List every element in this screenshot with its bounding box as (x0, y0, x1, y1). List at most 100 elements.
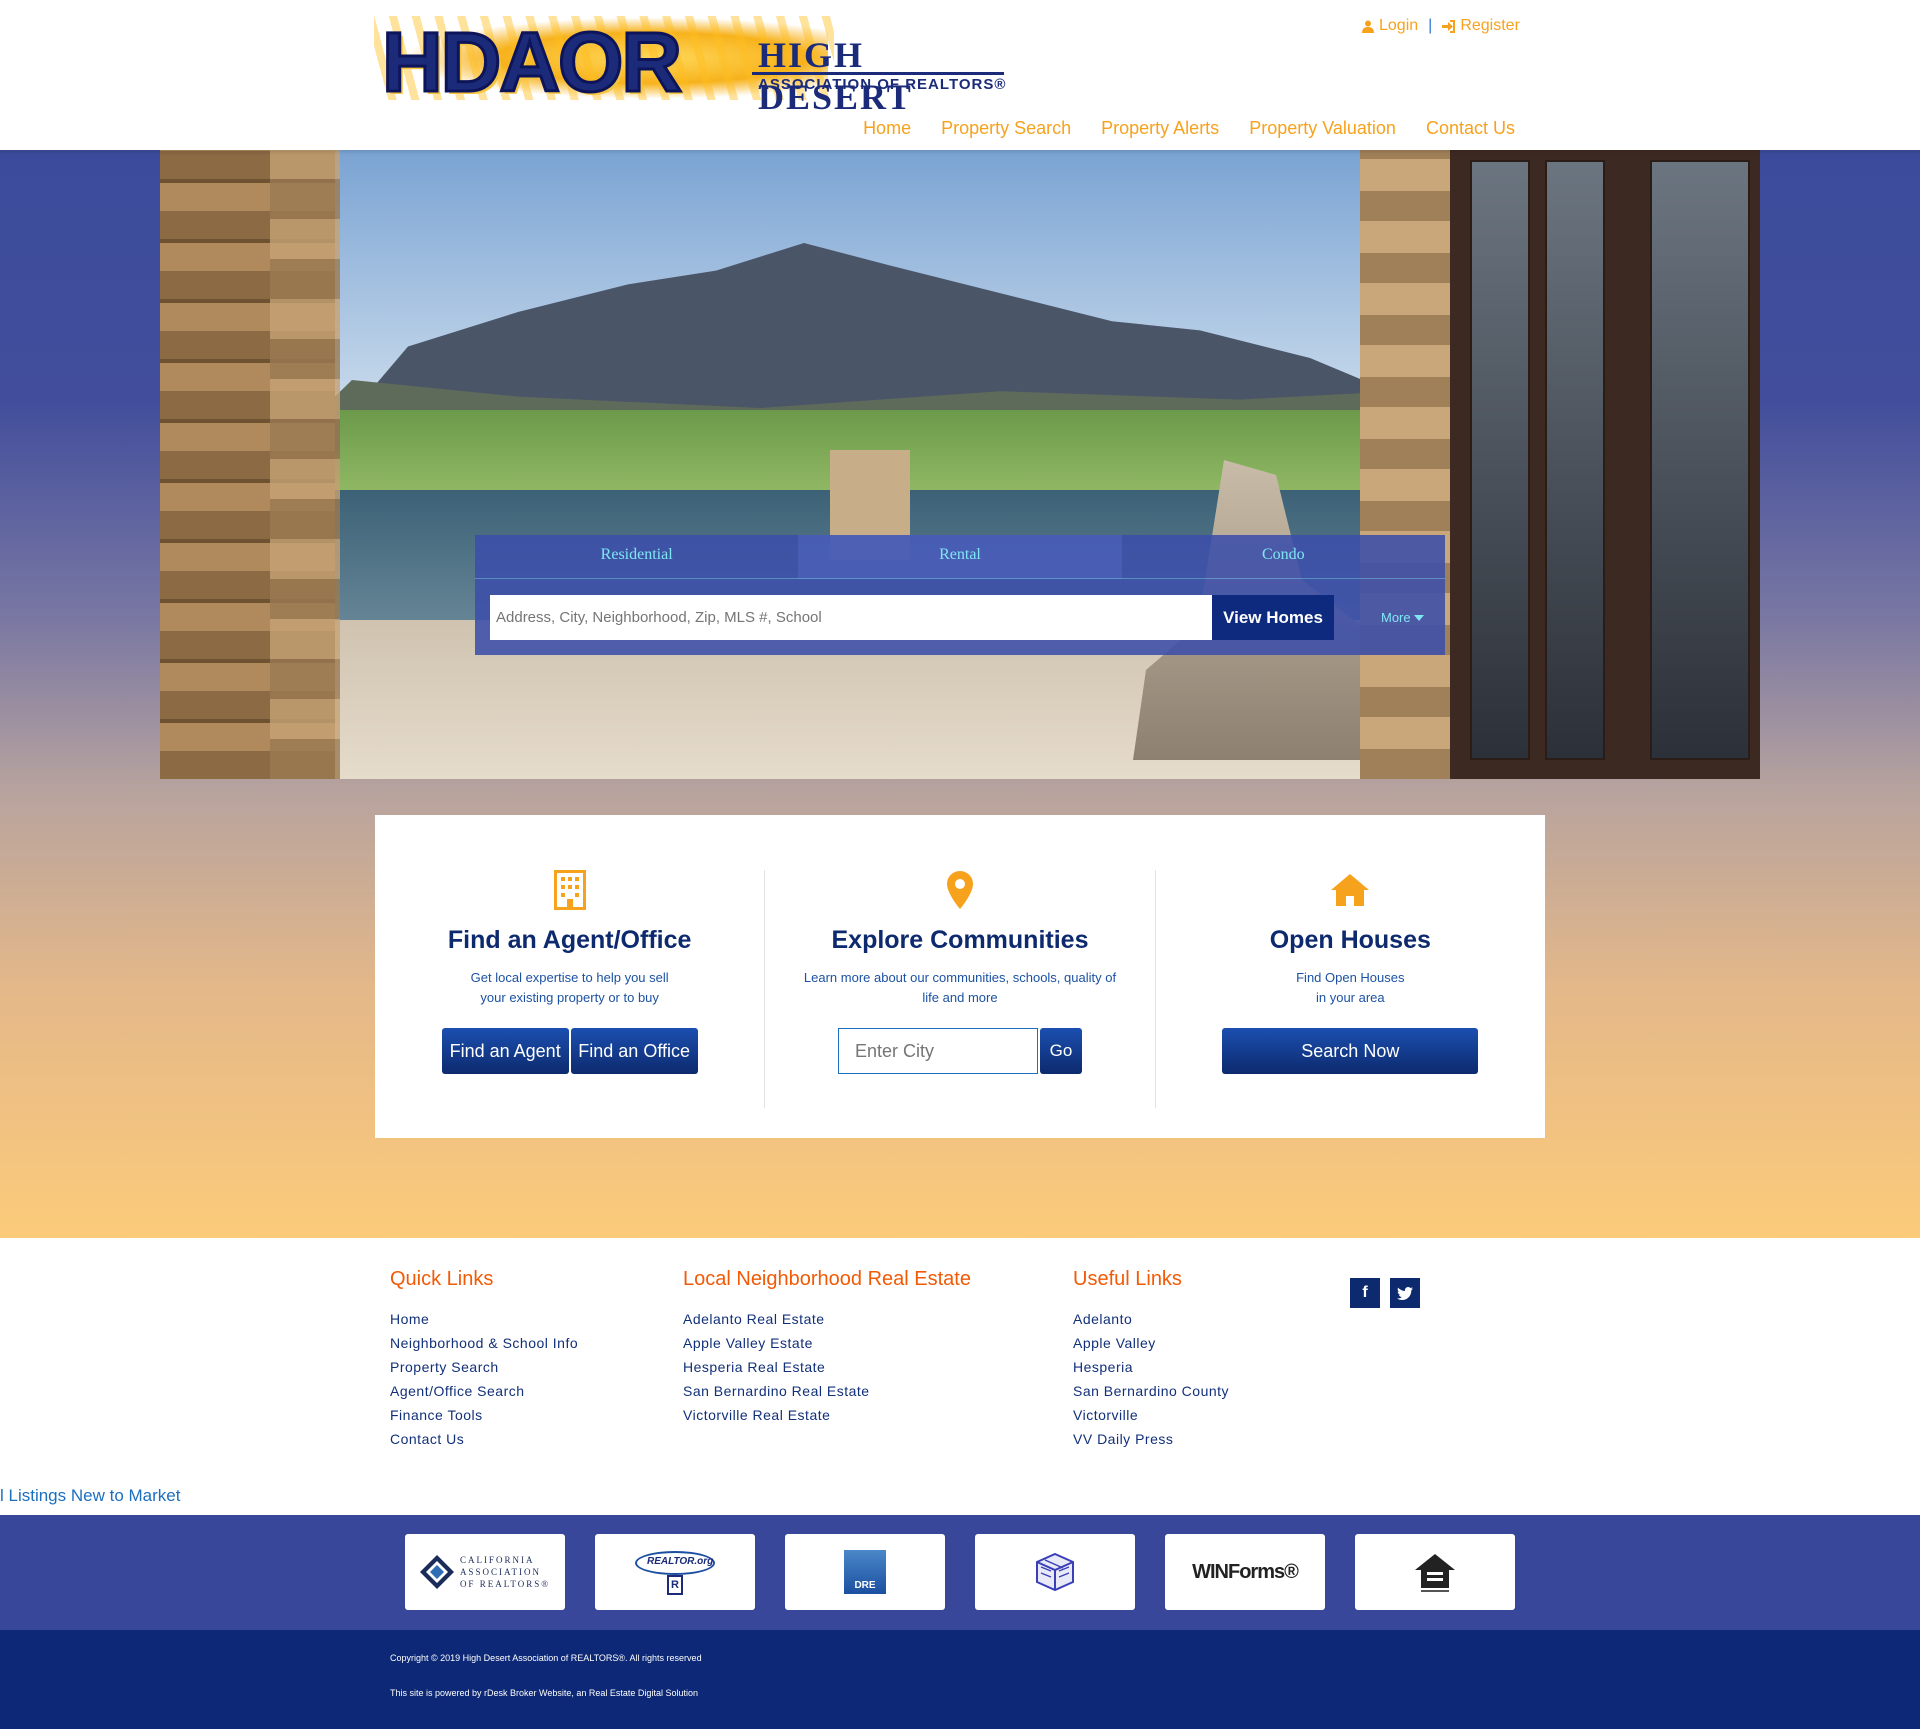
quick-links-column: Quick Links Home Neighborhood & School I… (390, 1268, 683, 1451)
property-search-input[interactable] (490, 595, 1212, 640)
footer-link[interactable]: Property Search (390, 1355, 683, 1379)
powered-by-text: This site is powered by rDesk Broker Web… (390, 1688, 698, 1698)
hero-french-doors (1450, 150, 1760, 779)
car-line3: OF REALTORS® (459, 1579, 551, 1589)
register-label: Register (1460, 17, 1520, 34)
copyright-bar: Copyright © 2019 High Desert Association… (0, 1630, 1920, 1729)
footer-link[interactable]: Victorville (1073, 1403, 1343, 1427)
sign-in-icon (1442, 19, 1456, 33)
tab-residential[interactable]: Residential (475, 535, 799, 579)
footer-link[interactable]: Neighborhood & School Info (390, 1331, 683, 1355)
realtor-text: REALTOR.org (647, 1556, 714, 1567)
logo-divider (752, 72, 1004, 75)
mls-cube-badge[interactable] (975, 1534, 1135, 1610)
social-links: f (1350, 1278, 1420, 1308)
useful-links-title: Useful Links (1073, 1268, 1182, 1290)
explore-communities-card: Explore Communities Learn more about our… (764, 870, 1154, 1108)
footer-link[interactable]: San Bernardino Real Estate (683, 1379, 1073, 1403)
new-listings-ticker[interactable]: l Listings New to Market (0, 1486, 180, 1506)
explore-communities-title: Explore Communities (831, 926, 1089, 954)
user-icon (1362, 20, 1374, 33)
dre-text: DRE (854, 1580, 876, 1591)
property-search-panel: Residential Rental Condo View Homes More (475, 535, 1445, 655)
building-icon (553, 870, 586, 910)
winforms-text: WINForms® (1192, 1560, 1299, 1583)
search-tabs: Residential Rental Condo (475, 535, 1445, 579)
search-now-button[interactable]: Search Now (1222, 1028, 1479, 1074)
car-badge[interactable]: CALIFORNIA ASSOCIATION OF REALTORS® (405, 1534, 565, 1610)
open-houses-desc-line1: Find Open Houses (1296, 970, 1405, 985)
logo-association: ASSOCIATION OF REALTORS® (758, 76, 1007, 93)
footer-link[interactable]: Apple Valley Estate (683, 1331, 1073, 1355)
dre-badge[interactable]: DRE (785, 1534, 945, 1610)
realtor-org-logo: REALTOR.org R (635, 1547, 715, 1597)
door-pane (1650, 160, 1750, 760)
footer-link[interactable]: Hesperia Real Estate (683, 1355, 1073, 1379)
realtor-r-icon: R (667, 1575, 683, 1595)
hero-stone-pillar-right (1360, 150, 1460, 779)
footer-link[interactable]: Adelanto (1073, 1307, 1343, 1331)
explore-desc-line2: life and more (922, 990, 998, 1005)
enter-city-input[interactable] (837, 1028, 1038, 1074)
caret-down-icon (1413, 614, 1424, 621)
site-header: HDAOR HIGH DESERT ASSOCIATION OF REALTOR… (0, 0, 1920, 150)
search-row: View Homes More (490, 595, 1424, 640)
local-real-estate-column: Local Neighborhood Real Estate Adelanto … (683, 1268, 1073, 1451)
find-an-agent-button[interactable]: Find an Agent (441, 1028, 569, 1074)
twitter-bird-icon (1397, 1286, 1413, 1300)
hdaor-logo[interactable]: HDAOR HIGH DESERT ASSOCIATION OF REALTOR… (374, 16, 1008, 117)
tab-rental[interactable]: Rental (798, 535, 1122, 579)
twitter-icon[interactable] (1390, 1278, 1420, 1308)
footer-link[interactable]: Victorville Real Estate (683, 1403, 1073, 1427)
car-diamond-icon (419, 1555, 454, 1589)
nav-property-valuation[interactable]: Property Valuation (1249, 118, 1396, 139)
map-marker-icon (946, 871, 973, 909)
footer-link[interactable]: Hesperia (1073, 1355, 1343, 1379)
nav-property-alerts[interactable]: Property Alerts (1101, 118, 1219, 139)
hero-image: Residential Rental Condo View Homes More (160, 150, 1760, 779)
find-an-office-button[interactable]: Find an Office (570, 1028, 698, 1074)
go-button[interactable]: Go (1039, 1028, 1082, 1074)
footer-links: Quick Links Home Neighborhood & School I… (390, 1268, 1343, 1451)
register-link[interactable]: Register (1442, 17, 1520, 35)
car-line2: ASSOCIATION (459, 1567, 541, 1577)
car-line1: CALIFORNIA (459, 1555, 535, 1565)
footer-link[interactable]: VV Daily Press (1073, 1427, 1343, 1451)
view-homes-button[interactable]: View Homes (1212, 595, 1334, 640)
tab-condo[interactable]: Condo (1121, 535, 1445, 579)
footer-link[interactable]: San Bernardino County (1073, 1379, 1343, 1403)
find-agent-desc-line1: Get local expertise to help you sell (470, 970, 669, 985)
nav-property-search[interactable]: Property Search (941, 118, 1071, 139)
open-houses-card: Open Houses Find Open Houses in your area… (1154, 870, 1545, 1108)
quick-links-title: Quick Links (390, 1268, 494, 1290)
footer-link[interactable]: Apple Valley (1073, 1331, 1343, 1355)
winforms-badge[interactable]: WINForms® (1165, 1534, 1325, 1610)
footer-link[interactable]: Adelanto Real Estate (683, 1307, 1073, 1331)
open-houses-title: Open Houses (1269, 926, 1431, 954)
feature-cards: Find an Agent/Office Get local expertise… (375, 815, 1545, 1138)
find-agent-title: Find an Agent/Office (447, 926, 692, 954)
find-agent-card: Find an Agent/Office Get local expertise… (375, 870, 764, 1108)
main-nav: Home Property Search Property Alerts Pro… (863, 118, 1515, 139)
copyright-text: Copyright © 2019 High Desert Association… (390, 1653, 702, 1663)
login-label: Login (1379, 17, 1419, 34)
find-agent-desc-line2: your existing property or to buy (480, 990, 659, 1005)
nav-contact-us[interactable]: Contact Us (1426, 118, 1515, 139)
open-houses-desc: Find Open Houses in your area (1156, 968, 1545, 1008)
login-link[interactable]: Login (1362, 17, 1418, 35)
nav-home[interactable]: Home (863, 118, 911, 139)
equal-housing-badge[interactable] (1355, 1534, 1515, 1610)
more-options-toggle[interactable]: More (1381, 610, 1424, 625)
facebook-icon[interactable]: f (1350, 1278, 1380, 1308)
realtor-org-badge[interactable]: REALTOR.org R (595, 1534, 755, 1610)
explore-desc-line1: Learn more about our communities, school… (803, 970, 1117, 985)
footer-link[interactable]: Home (390, 1307, 683, 1331)
more-label: More (1381, 610, 1411, 625)
footer-link[interactable]: Agent/Office Search (390, 1379, 683, 1403)
explore-communities-desc: Learn more about our communities, school… (765, 968, 1154, 1008)
auth-separator: | (1428, 17, 1433, 34)
useful-links-column: Useful Links Adelanto Apple Valley Hespe… (1073, 1268, 1343, 1451)
footer-link[interactable]: Finance Tools (390, 1403, 683, 1427)
footer-link[interactable]: Contact Us (390, 1427, 683, 1451)
dre-logo: DRE (844, 1550, 886, 1594)
